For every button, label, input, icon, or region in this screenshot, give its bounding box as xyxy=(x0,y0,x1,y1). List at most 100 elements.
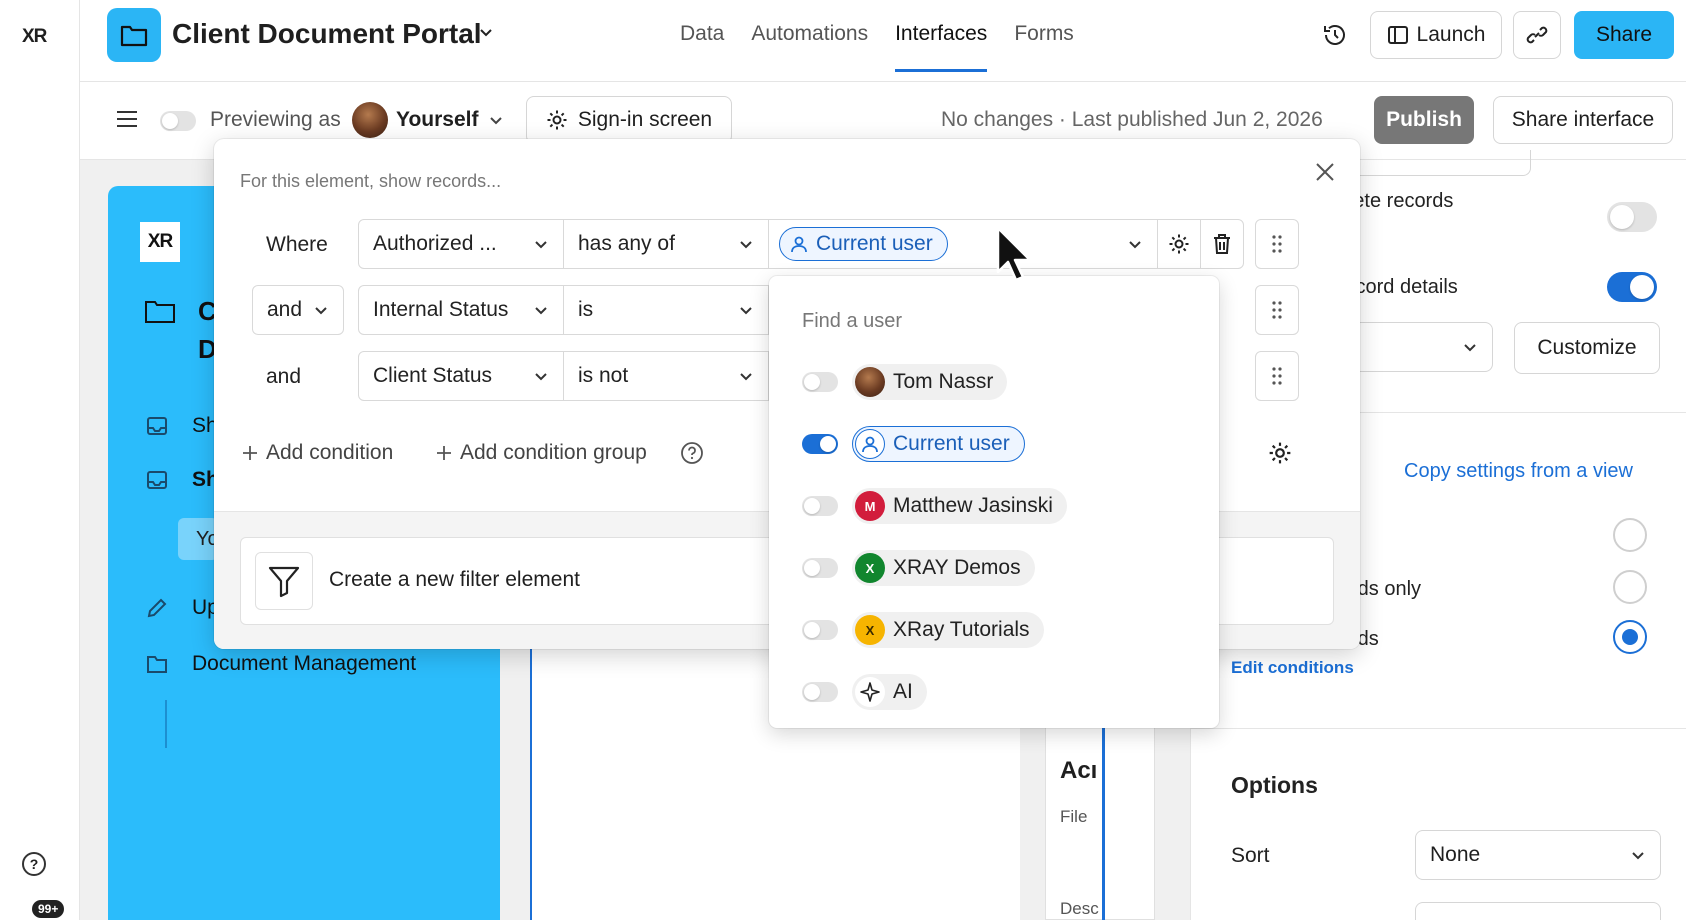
radio-all-records[interactable] xyxy=(1613,518,1647,552)
user-name: Matthew Jasinski xyxy=(893,494,1053,517)
launch-button[interactable]: Launch xyxy=(1370,11,1502,59)
chevron-down-icon[interactable] xyxy=(478,24,494,45)
preview-user-select[interactable]: Yourself xyxy=(396,108,478,132)
field-select[interactable] xyxy=(1415,902,1661,920)
help-icon[interactable]: ? xyxy=(22,852,46,876)
user-option-toggle[interactable] xyxy=(802,434,838,454)
add-condition-button[interactable]: Add condition xyxy=(242,441,393,465)
tab-interfaces[interactable]: Interfaces xyxy=(895,22,988,72)
trash-icon xyxy=(1214,234,1230,254)
chevron-down-icon xyxy=(1464,344,1476,352)
sidebar-item-page[interactable]: Sh xyxy=(146,414,218,438)
condition-conjunction-value: and xyxy=(267,298,303,321)
add-condition-group-button[interactable]: Add condition group xyxy=(436,441,647,465)
user-chip: M Matthew Jasinski xyxy=(852,488,1067,524)
drag-handle-icon[interactable] xyxy=(1255,351,1299,401)
user-option-toggle[interactable] xyxy=(802,558,838,578)
publish-button[interactable]: Publish xyxy=(1374,96,1474,144)
user-name: Current user xyxy=(893,432,1010,455)
add-delete-toggle[interactable] xyxy=(1607,202,1657,232)
copy-settings-link[interactable]: Copy settings from a view xyxy=(1404,460,1633,483)
plus-icon xyxy=(243,446,257,460)
workspace-logo[interactable]: XR xyxy=(22,26,47,48)
condition-operator-select[interactable]: is xyxy=(563,285,769,335)
sidebar-subitem[interactable]: Yo xyxy=(178,518,219,560)
chevron-down-icon xyxy=(740,307,752,315)
sidebar-item-label: Document Management xyxy=(192,652,417,675)
copy-link-button[interactable] xyxy=(1513,11,1561,59)
edit-conditions-link[interactable]: Edit conditions xyxy=(1231,658,1354,678)
user-option[interactable]: Current user xyxy=(802,426,1025,462)
user-avatar: M xyxy=(855,491,885,521)
drag-handle-icon[interactable] xyxy=(1255,285,1299,335)
condition-field-select[interactable]: Internal Status xyxy=(358,285,564,335)
condition-operator-select[interactable]: is not xyxy=(563,351,769,401)
sidebar-item-page[interactable]: Sh xyxy=(146,468,219,492)
gear-icon xyxy=(547,110,567,130)
help-icon[interactable] xyxy=(680,441,704,470)
sidebar-item-page[interactable]: Up xyxy=(146,596,219,620)
chevron-down-icon xyxy=(315,307,327,315)
user-name: AI xyxy=(893,680,913,703)
chevron-down-icon[interactable] xyxy=(488,112,504,133)
user-option[interactable]: M Matthew Jasinski xyxy=(802,488,1067,524)
sidebar-item-page[interactable]: Document Management xyxy=(146,652,416,676)
history-icon[interactable] xyxy=(1322,22,1348,53)
customize-button[interactable]: Customize xyxy=(1514,322,1660,374)
user-option[interactable]: Tom Nassr xyxy=(802,364,1008,400)
notification-badge[interactable]: 99+ xyxy=(32,900,65,918)
sparkle-icon xyxy=(855,677,885,707)
menu-icon[interactable] xyxy=(116,110,138,133)
radio-records-only[interactable] xyxy=(1613,570,1647,604)
condition-field-select[interactable]: Client Status xyxy=(358,351,564,401)
user-option-toggle[interactable] xyxy=(802,620,838,640)
tab-forms[interactable]: Forms xyxy=(1014,22,1074,72)
user-search-input[interactable]: Find a user xyxy=(802,310,902,333)
publish-status: No changes · Last published Jun 2, 2026 xyxy=(941,108,1323,131)
user-option-toggle[interactable] xyxy=(802,372,838,392)
add-condition-label: Add condition xyxy=(266,441,394,464)
condition-field-select[interactable]: Authorized ... xyxy=(358,219,564,269)
open-details-toggle[interactable] xyxy=(1607,272,1657,302)
plus-icon xyxy=(437,446,451,460)
condition-operator-value: is xyxy=(578,298,594,321)
radio-filtered-records[interactable] xyxy=(1613,620,1647,654)
condition-settings-button[interactable] xyxy=(1157,219,1201,269)
add-condition-group-label: Add condition group xyxy=(460,441,647,464)
user-chip: Tom Nassr xyxy=(852,364,1008,400)
user-name: Tom Nassr xyxy=(893,370,994,393)
user-chip: X XRAY Demos xyxy=(852,550,1035,586)
user-option-toggle[interactable] xyxy=(802,496,838,516)
condition-operator-value: is not xyxy=(578,364,629,387)
condition-operator-value: has any of xyxy=(578,232,675,255)
funnel-icon xyxy=(255,552,313,610)
user-option-toggle[interactable] xyxy=(802,682,838,702)
tab-data[interactable]: Data xyxy=(680,22,724,72)
preview-toggle[interactable] xyxy=(160,111,196,131)
share-interface-button[interactable]: Share interface xyxy=(1493,96,1673,144)
mouse-cursor-icon xyxy=(996,226,1036,291)
sort-select[interactable]: None xyxy=(1415,830,1661,880)
condition-value-select[interactable]: Current user xyxy=(768,219,1158,269)
chevron-down-icon xyxy=(1632,852,1644,860)
user-option[interactable]: X XRay Tutorials xyxy=(802,612,1044,648)
condition-operator-select[interactable]: has any of xyxy=(563,219,769,269)
gear-icon[interactable] xyxy=(1268,441,1292,470)
delete-condition-button[interactable] xyxy=(1200,219,1244,269)
user-option[interactable]: AI xyxy=(802,674,927,710)
drag-handle-icon[interactable] xyxy=(1255,219,1299,269)
folder-icon[interactable] xyxy=(107,8,161,62)
condition-conjunction-select[interactable]: and xyxy=(252,285,344,335)
signin-screen-button[interactable]: Sign-in screen xyxy=(526,96,732,144)
user-option[interactable]: X XRAY Demos xyxy=(802,550,1035,586)
tab-automations[interactable]: Automations xyxy=(751,22,868,72)
divider xyxy=(1191,728,1686,729)
card-field-label: File xyxy=(1060,807,1088,826)
folder-icon xyxy=(147,656,167,673)
card-field-label: Desc xyxy=(1060,899,1099,918)
share-button[interactable]: Share xyxy=(1574,11,1674,59)
close-icon[interactable] xyxy=(1314,161,1336,188)
current-user-pill[interactable]: Current user xyxy=(779,227,948,261)
app-title[interactable]: Client Document Portal xyxy=(172,18,482,50)
create-filter-label: Create a new filter element xyxy=(329,568,580,591)
